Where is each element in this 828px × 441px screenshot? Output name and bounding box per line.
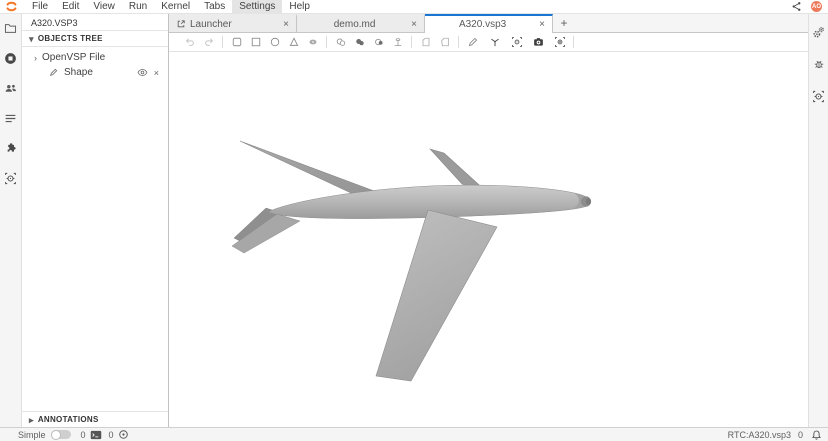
- cad-panel-icon[interactable]: [811, 88, 827, 104]
- menu-bar: File Edit View Run Kernel Tabs Settings …: [0, 0, 828, 14]
- cad-panel-icon[interactable]: [3, 170, 19, 186]
- axes-icon[interactable]: [487, 34, 503, 51]
- new-tab-button[interactable]: +: [553, 14, 575, 32]
- right-activity-bar: [808, 14, 828, 427]
- launcher-icon: [176, 19, 186, 29]
- sketch2-icon[interactable]: [437, 34, 453, 51]
- pencil-icon: [47, 67, 59, 79]
- menu-file[interactable]: File: [25, 0, 55, 13]
- avatar[interactable]: AO: [811, 1, 822, 12]
- status-bar: Simple 0 0 RTC:A320.vsp3 0: [0, 427, 828, 441]
- camera-settings-icon[interactable]: [552, 34, 568, 51]
- objects-tree-header[interactable]: ▾ OBJECTS TREE: [22, 31, 168, 47]
- file-browser-icon[interactable]: [3, 20, 19, 36]
- jupyterlab-window: File Edit View Run Kernel Tabs Settings …: [0, 0, 828, 441]
- toggle-knob: [51, 430, 61, 440]
- chevron-right-icon[interactable]: ›: [34, 54, 37, 62]
- aircraft-model: [230, 140, 592, 385]
- extensions-icon[interactable]: [3, 140, 19, 156]
- sphere-icon[interactable]: [267, 34, 283, 51]
- toolbar-separator: [573, 36, 574, 48]
- main-area: A320.VSP3 ▾ OBJECTS TREE › OpenVSP File …: [0, 14, 828, 427]
- extrusion-icon[interactable]: [390, 34, 406, 51]
- menu-run[interactable]: Run: [122, 0, 154, 13]
- tree-item-openvsp-file[interactable]: › OpenVSP File: [22, 50, 168, 65]
- terminals-status[interactable]: 0: [81, 429, 102, 440]
- menu-view[interactable]: View: [86, 0, 122, 13]
- tab-demo-md[interactable]: demo.md ×: [297, 14, 425, 32]
- toolbar-separator: [411, 36, 412, 48]
- menu-help[interactable]: Help: [282, 0, 317, 13]
- objects-tree-label: OBJECTS TREE: [38, 34, 103, 43]
- 3d-viewport[interactable]: [169, 52, 808, 427]
- panel-title: A320.VSP3: [22, 14, 168, 31]
- union-icon[interactable]: [352, 34, 368, 51]
- sketch-icon[interactable]: [418, 34, 434, 51]
- caret-down-icon: ▾: [29, 35, 34, 43]
- debugger-icon[interactable]: [811, 56, 827, 72]
- tab-label: Launcher: [190, 19, 277, 30]
- menu-settings[interactable]: Settings: [232, 0, 282, 13]
- left-sidebar-panel: A320.VSP3 ▾ OBJECTS TREE › OpenVSP File …: [22, 14, 169, 427]
- dock-panel: Launcher × demo.md × A320.vsp3 × +: [169, 14, 808, 427]
- cone-icon[interactable]: [286, 34, 302, 51]
- tab-a320-vsp3[interactable]: A320.vsp3 ×: [425, 14, 553, 33]
- tab-launcher[interactable]: Launcher ×: [169, 14, 297, 32]
- caret-right-icon: ▸: [29, 416, 34, 424]
- square-icon[interactable]: [248, 34, 264, 51]
- annotations-label: ANNOTATIONS: [38, 415, 99, 424]
- annotations-header[interactable]: ▸ ANNOTATIONS: [22, 411, 168, 427]
- kernels-status[interactable]: 0: [109, 429, 130, 440]
- close-icon[interactable]: ×: [154, 68, 159, 78]
- terminal-icon: [90, 429, 102, 440]
- simple-mode-toggle[interactable]: [51, 430, 71, 439]
- bell-icon[interactable]: [810, 429, 822, 440]
- menu-kernel[interactable]: Kernel: [154, 0, 197, 13]
- tree-item-shape[interactable]: Shape ×: [22, 65, 168, 80]
- share-icon[interactable]: [789, 1, 803, 13]
- box-icon[interactable]: [229, 34, 245, 51]
- kernel-icon: [118, 429, 130, 440]
- statusbar-right: RTC:A320.vsp3 0: [728, 429, 822, 440]
- property-inspector-icon[interactable]: [811, 24, 827, 40]
- redo-icon[interactable]: [201, 34, 217, 51]
- eye-icon[interactable]: [137, 67, 149, 79]
- kernels-count: 0: [109, 430, 114, 440]
- torus-icon[interactable]: [305, 34, 321, 51]
- explode-view-icon[interactable]: [509, 34, 525, 51]
- toolbar-separator: [326, 36, 327, 48]
- running-sessions-icon[interactable]: [3, 50, 19, 66]
- rtc-status-label: RTC:A320.vsp3: [728, 430, 791, 440]
- notifications-count: 0: [798, 430, 803, 440]
- tab-bar: Launcher × demo.md × A320.vsp3 × +: [169, 14, 808, 33]
- close-icon[interactable]: ×: [405, 19, 417, 30]
- undo-icon[interactable]: [182, 34, 198, 51]
- terminals-count: 0: [81, 430, 86, 440]
- menu-edit[interactable]: Edit: [55, 0, 86, 13]
- tree-item-label: Shape: [64, 67, 93, 78]
- simple-mode-label: Simple: [18, 430, 46, 440]
- objects-tree: › OpenVSP File Shape: [22, 47, 168, 80]
- menu-tabs[interactable]: Tabs: [197, 0, 232, 13]
- camera-icon[interactable]: [530, 34, 546, 51]
- collaborators-icon[interactable]: [3, 80, 19, 96]
- close-icon[interactable]: ×: [277, 19, 289, 30]
- toolbar-separator: [222, 36, 223, 48]
- toolbar-separator: [458, 36, 459, 48]
- cut-icon[interactable]: [333, 34, 349, 51]
- app-logo-icon: [5, 1, 19, 13]
- tab-label: A320.vsp3: [432, 19, 533, 30]
- document-toolbar: [169, 33, 808, 52]
- intersection-icon[interactable]: [371, 34, 387, 51]
- tree-item-label: OpenVSP File: [42, 52, 105, 63]
- close-icon[interactable]: ×: [533, 19, 545, 30]
- left-activity-bar: [0, 14, 22, 427]
- plus-icon: +: [560, 16, 567, 30]
- table-of-contents-icon[interactable]: [3, 110, 19, 126]
- pen-icon[interactable]: [465, 34, 481, 51]
- tab-label: demo.md: [304, 19, 405, 30]
